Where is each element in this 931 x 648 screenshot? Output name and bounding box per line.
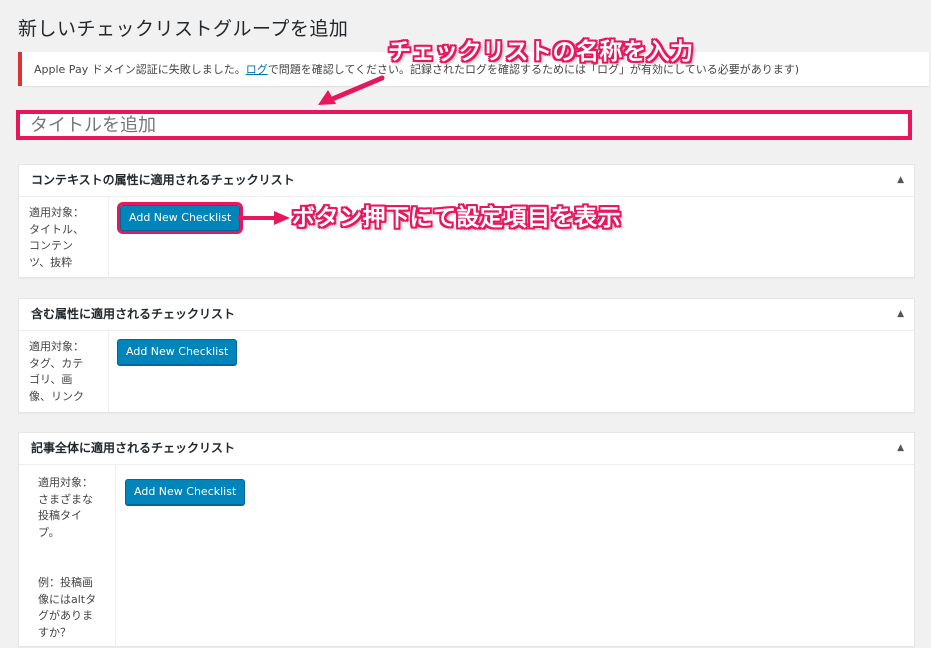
target-label: 適用対象： タイトル、 コンテン ツ、抜粋 <box>19 197 109 279</box>
notice-text-before: Apple Pay ドメイン認証に失敗しました。 <box>34 63 246 76</box>
add-new-checklist-button[interactable]: Add New Checklist <box>125 479 246 505</box>
postbox-header[interactable]: コンテキストの属性に適用されるチェックリスト ▲ <box>19 165 914 197</box>
postbox-title: コンテキストの属性に適用されるチェックリスト <box>31 173 295 187</box>
postbox-body: 適用対象： さまざまな 投稿タイ プ。 例：投稿画 像にはaltタ グがありま … <box>19 465 914 648</box>
title-input[interactable] <box>16 110 912 140</box>
add-new-checklist-button[interactable]: Add New Checklist <box>116 202 244 234</box>
title-callout-arrow-icon <box>318 75 385 105</box>
button-callout: ボタン押下にて設定項目を表示 <box>292 205 621 231</box>
target-label: 適用対象： さまざまな 投稿タイ プ。 <box>38 476 93 539</box>
postbox-header[interactable]: 含む属性に適用されるチェックリスト ▲ <box>19 299 914 331</box>
triangle-up-icon[interactable]: ▲ <box>897 165 904 196</box>
postbox-header[interactable]: 記事全体に適用されるチェックリスト ▲ <box>19 433 914 465</box>
notice-log-link[interactable]: ログ <box>246 63 268 76</box>
page-title: 新しいチェックリストグループを追加 <box>18 18 349 40</box>
postbox-title: 記事全体に適用されるチェックリスト <box>31 441 236 455</box>
triangle-up-icon[interactable]: ▲ <box>897 433 904 464</box>
target-label-column: 適用対象： さまざまな 投稿タイ プ。 例：投稿画 像にはaltタ グがありま … <box>19 465 116 648</box>
add-new-checklist-button[interactable]: Add New Checklist <box>117 339 238 365</box>
target-label: 適用対象： タグ、カテ ゴリ、画 像、リンク <box>19 331 109 414</box>
example-label: 例：投稿画 像にはaltタ グがありま すか？ <box>38 576 97 639</box>
postbox-contained-attributes: 含む属性に適用されるチェックリスト ▲ 適用対象： タグ、カテ ゴリ、画 像、リ… <box>18 298 915 414</box>
postbox-body: 適用対象： タグ、カテ ゴリ、画 像、リンク Add New Checklist <box>19 331 914 414</box>
postbox-whole-article: 記事全体に適用されるチェックリスト ▲ 適用対象： さまざまな 投稿タイ プ。 … <box>18 432 915 648</box>
button-callout-arrow-icon <box>238 211 290 225</box>
title-callout: チェックリストの名称を入力 <box>388 39 694 65</box>
triangle-up-icon[interactable]: ▲ <box>897 299 904 330</box>
postbox-title: 含む属性に適用されるチェックリスト <box>31 307 236 321</box>
